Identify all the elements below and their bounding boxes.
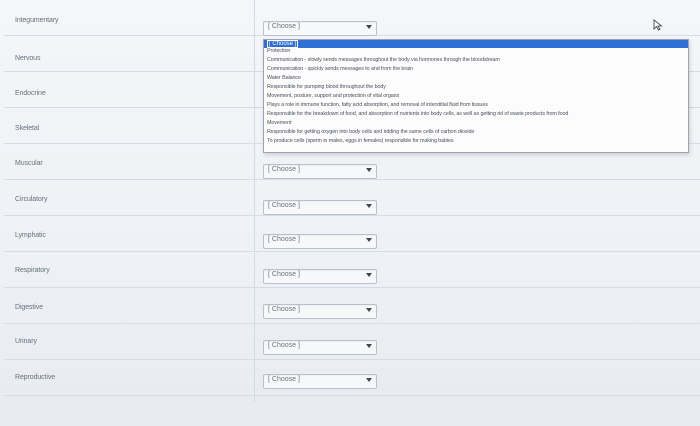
select-option[interactable]: To produce cells (sperm in males, eggs i… <box>267 138 454 144</box>
table-row: Urinary [ Choose ] <box>4 324 700 360</box>
term-label: Urinary <box>15 338 37 345</box>
answer-select[interactable]: [ Choose ] <box>263 304 377 319</box>
answer-select[interactable]: [ Choose ] <box>263 200 377 215</box>
select-option[interactable]: Responsible for the breakdown of food, a… <box>267 111 568 117</box>
chevron-down-icon <box>366 273 372 277</box>
table-row: Respiratory [ Choose ] <box>4 252 700 288</box>
option-highlighted[interactable]: [ Choose ] <box>264 40 688 48</box>
term-label: Muscular <box>15 160 43 167</box>
table-row: Circulatory [ Choose ] <box>4 180 700 216</box>
answer-select[interactable]: [ Choose ] <box>263 340 377 355</box>
table-row: Lymphatic [ Choose ] <box>4 216 700 252</box>
matching-question: Integumentary [ Choose ] Nervous Endocri… <box>0 0 700 426</box>
select-options-list: [ Choose ] Protection Communication - sl… <box>263 39 689 153</box>
chevron-down-icon <box>366 25 372 29</box>
term-label: Lymphatic <box>15 232 46 239</box>
chevron-down-icon <box>366 168 372 172</box>
answer-select[interactable]: [ Choose ] <box>263 234 377 249</box>
select-option[interactable]: Communication - quickly sends messages t… <box>267 66 413 72</box>
select-option[interactable]: Communication - slowly sends messages th… <box>267 57 500 63</box>
chevron-down-icon <box>366 378 372 382</box>
term-label: Skeletal <box>15 125 40 132</box>
select-value: [ Choose ] <box>268 202 300 209</box>
select-option[interactable]: Plays a role in immune function, fatty a… <box>267 102 488 108</box>
answer-select[interactable]: [ Choose ] <box>263 374 377 389</box>
answer-select[interactable]: [ Choose ] <box>263 164 377 179</box>
table-row: Reproductive [ Choose ] <box>4 360 700 396</box>
select-value: [ Choose ] <box>268 23 300 30</box>
chevron-down-icon <box>366 238 372 242</box>
mouse-pointer-icon <box>653 19 663 31</box>
select-option[interactable]: Water Balance <box>267 75 301 81</box>
table-row: Integumentary [ Choose ] <box>4 0 700 36</box>
term-label: Nervous <box>15 55 41 62</box>
select-option[interactable]: Responsible for pumping blood throughout… <box>267 84 386 90</box>
chevron-down-icon <box>366 308 372 312</box>
select-value: [ Choose ] <box>268 166 300 173</box>
select-option[interactable]: Movement, posture, support and protectio… <box>267 93 399 99</box>
chevron-down-icon <box>366 204 372 208</box>
term-label: Reproductive <box>15 374 56 381</box>
term-label: Endocrine <box>15 90 46 97</box>
table-row: Digestive [ Choose ] <box>4 288 700 324</box>
term-label: Circulatory <box>15 196 48 203</box>
select-value: [ Choose ] <box>268 376 300 383</box>
term-label: Integumentary <box>15 17 59 24</box>
option-label: [ Choose ] <box>267 40 299 48</box>
term-label: Digestive <box>15 304 43 311</box>
select-option[interactable]: Protection <box>267 48 290 54</box>
answer-select[interactable]: [ Choose ] <box>263 21 377 36</box>
select-option[interactable]: Responsible for getting oxygen into body… <box>267 129 474 135</box>
chevron-down-icon <box>366 344 372 348</box>
select-value: [ Choose ] <box>268 236 300 243</box>
select-value: [ Choose ] <box>268 306 300 313</box>
term-label: Respiratory <box>15 267 50 274</box>
select-value: [ Choose ] <box>268 271 300 278</box>
select-value: [ Choose ] <box>268 342 300 349</box>
answer-select[interactable]: [ Choose ] <box>263 269 377 284</box>
select-option[interactable]: Movement <box>267 120 291 126</box>
